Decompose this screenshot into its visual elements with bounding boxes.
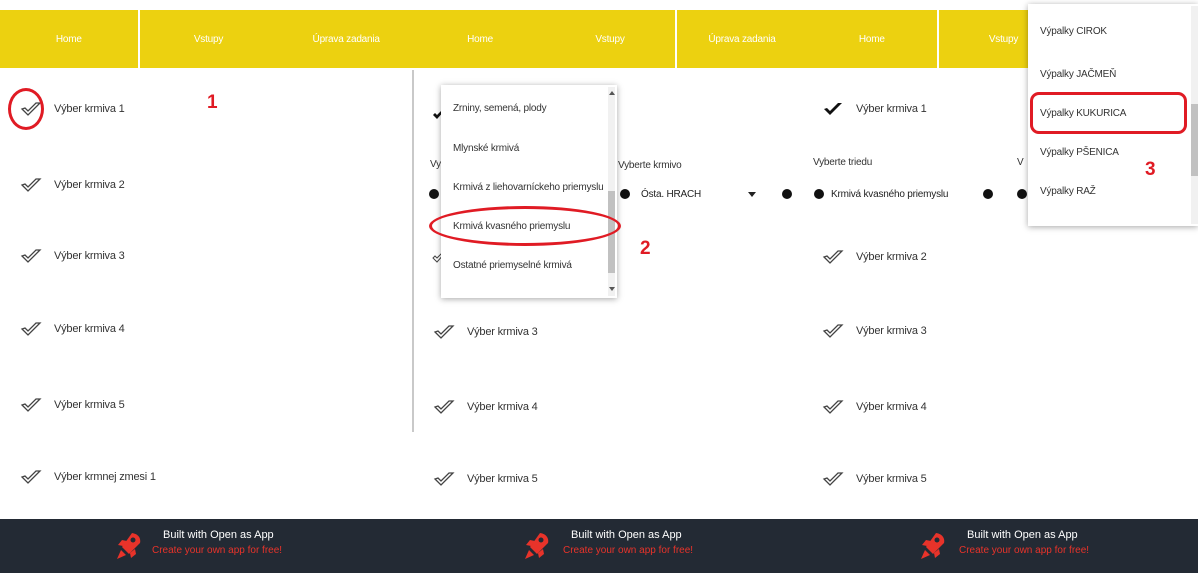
dropdown-option[interactable]: Výpalky PŠENICA [1040, 147, 1119, 158]
feed-row-label: Výber krmnej zmesi 1 [54, 471, 156, 483]
panel-scrollbar[interactable] [412, 70, 414, 432]
feed-row-4[interactable]: Výber krmiva 4 [822, 392, 1198, 422]
check-outline-icon [822, 250, 844, 264]
rocket-icon [117, 533, 141, 559]
scroll-down-icon[interactable] [609, 287, 615, 291]
feed-select-value[interactable]: Ósta. HRACH [641, 189, 701, 200]
feed-row-5[interactable]: Výber krmiva 5 [20, 390, 415, 420]
step-marker-1: 1 [207, 92, 218, 113]
class-dropdown[interactable]: Zrniny, semená, plody Mlynské krmivá Krm… [441, 85, 617, 298]
footer-link[interactable]: Create your own app for free! [959, 545, 1089, 556]
step-marker-3: 3 [1145, 159, 1156, 180]
highlight-circle [429, 206, 621, 246]
top-navigation: Home Vstupy Úprava zadania [0, 10, 415, 68]
footer-title: Built with Open as App [163, 529, 274, 541]
check-outline-icon [20, 398, 42, 412]
phone-panel-1: Home Vstupy Úprava zadania Výber krmiva … [0, 0, 415, 573]
highlight-rectangle [1030, 92, 1187, 134]
dropdown-option[interactable]: Krmivá z liehovarníckeho priemyslu [453, 182, 604, 193]
check-outline-icon [20, 322, 42, 336]
feed-row-label: Výber krmiva 3 [467, 326, 538, 338]
feed-row-2[interactable]: Výber krmiva 2 [822, 242, 1198, 272]
check-outline-icon [433, 325, 455, 339]
highlight-circle [8, 88, 44, 130]
nav-inputs[interactable]: Vstupy [140, 10, 278, 68]
nav-inputs[interactable]: Vstupy [545, 10, 675, 68]
check-outline-icon [822, 400, 844, 414]
dropdown-option[interactable]: Mlynské krmivá [453, 143, 519, 154]
feed-select-label: Vyberte krmivo [618, 160, 682, 171]
class-select-value[interactable]: Krmivá kvasného priemyslu [831, 189, 948, 200]
class-select-label: Vyberte triedu [813, 157, 873, 168]
feed-row-label: Výber krmiva 4 [54, 323, 125, 335]
check-filled-icon [824, 103, 842, 115]
nav-home[interactable]: Home [807, 10, 937, 68]
check-outline-icon [433, 472, 455, 486]
prev-feed-icon[interactable] [1017, 189, 1027, 199]
prev-class-icon[interactable] [429, 189, 439, 199]
dropdown-scroll-thumb[interactable] [1191, 104, 1198, 176]
feed-row-3[interactable]: Výber krmiva 3 [20, 241, 415, 271]
feed-row-3[interactable]: Výber krmiva 3 [433, 317, 807, 347]
feed-row-label: Výber krmiva 4 [856, 401, 927, 413]
nav-edit[interactable]: Úprava zadania [677, 10, 807, 68]
feed-row-label: Výber krmiva 1 [856, 103, 927, 115]
chevron-down-icon[interactable] [748, 192, 756, 197]
next-class-icon[interactable] [983, 189, 993, 199]
top-navigation: Home Vstupy Úprava zadania [415, 10, 807, 68]
footer-title: Built with Open as App [967, 529, 1078, 541]
feed-row-3[interactable]: Výber krmiva 3 [822, 316, 1198, 346]
check-outline-icon [822, 324, 844, 338]
dropdown-option[interactable]: Ostatné priemyselné krmivá [453, 260, 572, 271]
check-outline-icon [822, 472, 844, 486]
nav-home[interactable]: Home [0, 10, 138, 68]
phone-panel-3: Home Vstupy Úprava zadania Výber krmiva … [807, 0, 1198, 573]
feed-row-label: Výber krmiva 2 [54, 179, 125, 191]
rocket-icon [921, 533, 945, 559]
nav-edit[interactable]: Úprava zadania [277, 10, 415, 68]
feed-row-5[interactable]: Výber krmiva 5 [822, 464, 1198, 494]
nav-home[interactable]: Home [415, 10, 545, 68]
phone-panel-2: Home Vstupy Úprava zadania Vy Vyberte kr… [415, 0, 807, 573]
dropdown-option[interactable]: Výpalky JAČMEŇ [1040, 69, 1116, 80]
feed-mix-row-1[interactable]: Výber krmnej zmesi 1 [20, 462, 415, 492]
dropdown-option[interactable]: Zrniny, semená, plody [453, 103, 547, 114]
footer-link[interactable]: Create your own app for free! [152, 545, 282, 556]
check-outline-icon [20, 249, 42, 263]
feed-row-label: Výber krmiva 3 [856, 325, 927, 337]
feed-row-label: Výber krmiva 4 [467, 401, 538, 413]
feed-select-label: V [1017, 157, 1024, 168]
feed-row-label: Výber krmiva 5 [467, 473, 538, 485]
scroll-up-icon[interactable] [609, 91, 615, 95]
dropdown-option[interactable]: Výpalky RAŽ [1040, 186, 1096, 197]
feed-row-label: Výber krmiva 5 [54, 399, 125, 411]
feed-row-2[interactable]: Výber krmiva 2 [20, 170, 415, 200]
prev-feed-icon[interactable] [620, 189, 630, 199]
check-outline-icon [20, 178, 42, 192]
prev-class-icon[interactable] [814, 189, 824, 199]
check-outline-icon [20, 470, 42, 484]
feed-row-4[interactable]: Výber krmiva 4 [20, 314, 415, 344]
feed-row-label: Výber krmiva 3 [54, 250, 125, 262]
feed-row-label: Výber krmiva 5 [856, 473, 927, 485]
next-feed-icon[interactable] [782, 189, 792, 199]
footer-banner[interactable]: Built with Open as App Create your own a… [415, 519, 807, 573]
class-select-label: Vy [430, 159, 441, 170]
check-outline-icon [433, 400, 455, 414]
footer-banner[interactable]: Built with Open as App Create your own a… [807, 519, 1198, 573]
step-marker-2: 2 [640, 238, 651, 259]
feed-row-label: Výber krmiva 1 [54, 103, 125, 115]
dropdown-option[interactable]: Výpalky CIROK [1040, 26, 1107, 37]
footer-title: Built with Open as App [571, 529, 682, 541]
rocket-icon [525, 533, 549, 559]
footer-link[interactable]: Create your own app for free! [563, 545, 693, 556]
feed-row-label: Výber krmiva 2 [856, 251, 927, 263]
feed-row-5[interactable]: Výber krmiva 5 [433, 464, 807, 494]
footer-banner[interactable]: Built with Open as App Create your own a… [0, 519, 415, 573]
feed-row-4[interactable]: Výber krmiva 4 [433, 392, 807, 422]
